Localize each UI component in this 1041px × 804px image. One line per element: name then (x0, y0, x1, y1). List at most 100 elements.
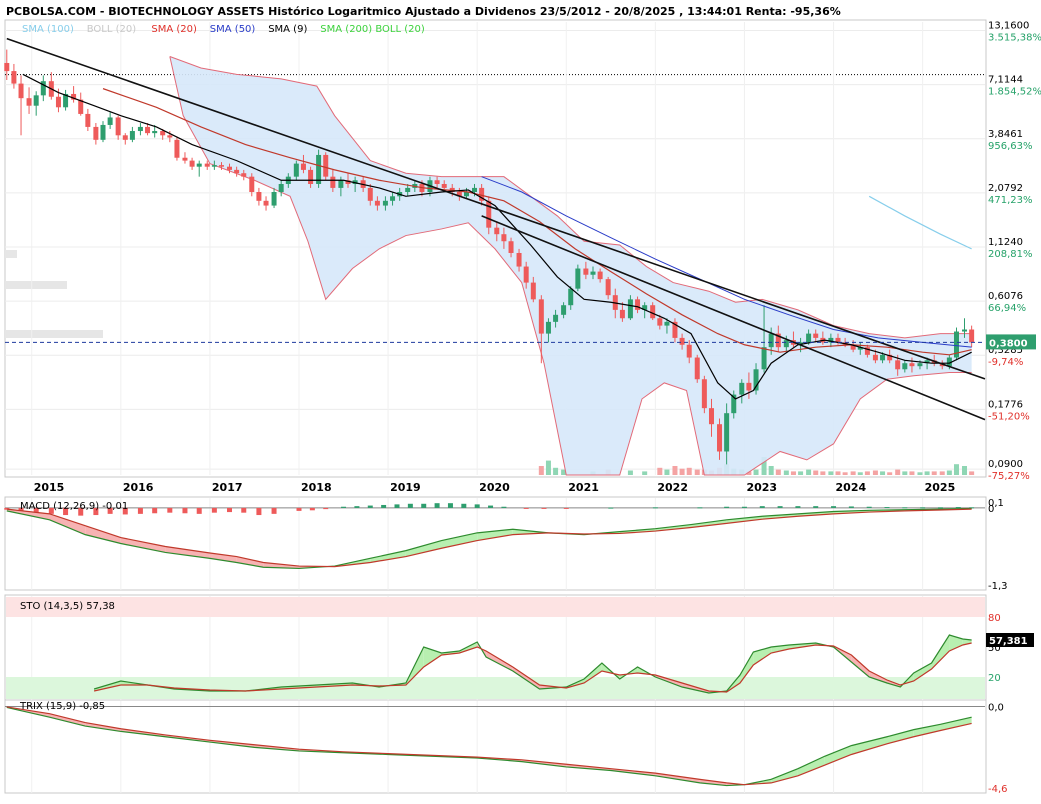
x-tick-label: 2022 (657, 481, 688, 494)
volume-bar (895, 469, 901, 475)
macd-histogram-bar (434, 503, 440, 508)
sto-label: STO (14,3,5) 57,38 (20, 601, 115, 612)
candle-body (597, 271, 603, 280)
left-marker-3 (5, 330, 103, 338)
candle-body (657, 318, 663, 326)
price-tick-label: 0,1776 (988, 399, 1023, 410)
volume-bar (924, 471, 930, 475)
volume-bar (694, 469, 700, 475)
candle-body (107, 117, 113, 125)
candle-body (26, 98, 32, 106)
candle-body (472, 187, 478, 193)
macd-histogram-bar (381, 504, 387, 508)
macd-histogram-bar (955, 507, 961, 509)
volume-bar (850, 471, 856, 475)
macd-histogram-bar (541, 507, 547, 509)
macd-histogram-bar (759, 506, 765, 508)
candle-body (568, 288, 574, 306)
macd-histogram-bar (902, 507, 908, 509)
candle-body (174, 139, 180, 158)
x-tick-label: 2018 (301, 481, 332, 494)
macd-histogram-bar (137, 507, 143, 514)
candle-body (872, 354, 878, 361)
macd-histogram-bar (848, 506, 854, 508)
candle-body (708, 408, 714, 425)
macd-histogram-bar (831, 506, 837, 508)
macd-histogram-bar (407, 503, 413, 508)
candle-body (627, 299, 633, 319)
candle-body (308, 169, 314, 184)
price-tick-label: 7,1144 (988, 75, 1023, 86)
macd-label: MACD (12,26,9) -0,01 (20, 501, 128, 512)
legend-entry: SMA (50) (210, 24, 256, 35)
candle-body (390, 196, 396, 201)
macd-histogram-bar (341, 506, 347, 508)
macd-histogram-bar (488, 505, 494, 508)
macd-histogram-bar (652, 507, 658, 509)
macd-histogram-bar (241, 507, 247, 513)
volume-bar (753, 469, 759, 475)
candle-body (441, 183, 447, 188)
macd-histogram-bar (309, 507, 315, 511)
candle-body (508, 241, 514, 253)
stock-chart: PCBOLSA.COM - BIOTECHNOLOGY ASSETS Histó… (0, 0, 1041, 800)
candle-body (55, 96, 61, 108)
price-tick-label: 13,1600 (988, 21, 1029, 32)
macd-histogram-bar (563, 507, 569, 509)
macd-histogram-bar (354, 506, 360, 508)
candle-body (18, 83, 24, 99)
volume-bar (820, 471, 826, 475)
candle-body (545, 321, 551, 334)
macd-histogram-bar (421, 503, 427, 508)
volume-bar (969, 471, 975, 475)
candle-body (962, 329, 968, 332)
volume-bar (946, 470, 952, 475)
candle-body (969, 329, 975, 343)
price-tick-pct: 66,94% (988, 303, 1026, 314)
legend-entry: SMA (9) (268, 24, 307, 35)
candle-body (227, 166, 233, 170)
macd-tick-label: -1,3 (988, 581, 1008, 592)
macd-histogram-bar (167, 507, 173, 513)
x-tick-label: 2020 (479, 481, 510, 494)
candle-body (561, 305, 567, 315)
volume-bar (679, 468, 685, 475)
candle-body (204, 163, 210, 167)
price-tick-pct: 3.515,38% (988, 33, 1041, 44)
candle-body (701, 379, 707, 409)
volume-bar (672, 466, 678, 475)
macd-histogram-bar (447, 503, 453, 508)
x-tick-label: 2024 (836, 481, 867, 494)
candle-body (256, 192, 262, 201)
candle-body (152, 131, 158, 134)
macd-histogram-bar (296, 507, 302, 511)
macd-histogram-bar (523, 507, 529, 509)
candle-body (382, 200, 388, 206)
price-tick-pct: 1.854,52% (988, 87, 1041, 98)
candle-body (679, 337, 685, 345)
candle-body (234, 169, 240, 174)
macd-histogram-bar (724, 506, 730, 508)
candle-body (694, 357, 700, 380)
candle-body (211, 165, 217, 167)
sto-tick-label: 80 (988, 613, 1001, 624)
candle-body (783, 340, 789, 348)
volume-bar (931, 471, 937, 475)
candle-body (85, 113, 91, 127)
macd-histogram-bar (937, 507, 943, 509)
candle-body (575, 268, 581, 289)
candle-body (33, 95, 39, 106)
candle-body (917, 363, 923, 367)
legend-entry: BOLL (20) (87, 24, 137, 35)
trix-panel-frame (4, 699, 987, 794)
legend-entry: SMA (20) (151, 24, 197, 35)
candle-body (300, 163, 306, 170)
macd-histogram-bar (196, 507, 202, 514)
macd-histogram-bar (256, 507, 262, 516)
macd-histogram-bar (884, 507, 890, 509)
chart-canvas: PCBOLSA.COM - BIOTECHNOLOGY ASSETS Histó… (4, 5, 1041, 795)
sto-overbought-zone (6, 597, 985, 617)
candle-body (605, 279, 611, 296)
candle-body (909, 363, 915, 367)
x-axis: 2015 2016 2017 2018 2019 2020 2021 2022 2023 2024… (34, 481, 956, 494)
